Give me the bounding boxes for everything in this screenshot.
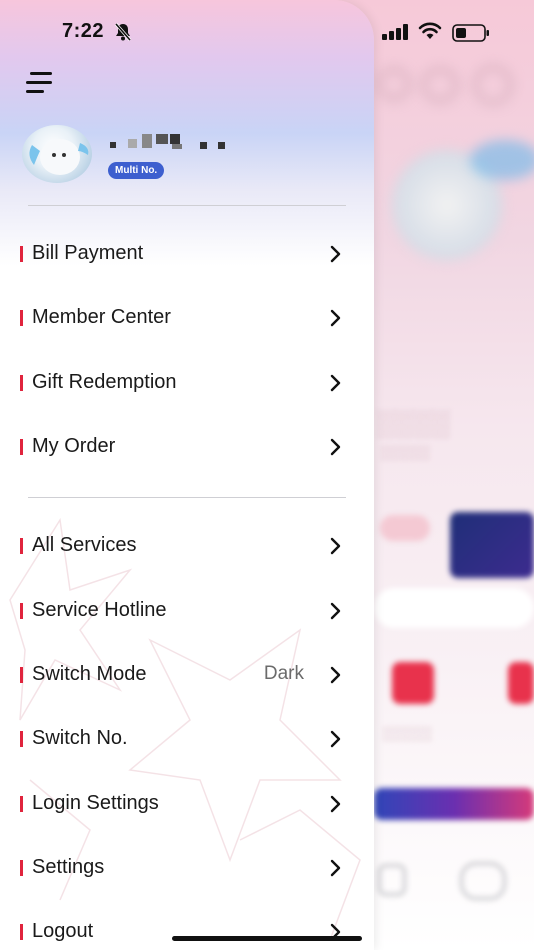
menu-item-label: Login Settings: [32, 792, 159, 814]
blurred-service-icon-2: [508, 662, 534, 704]
blurred-pill: [380, 515, 430, 541]
accent-bar: [20, 603, 23, 619]
menu-item-label: Switch No.: [32, 727, 128, 749]
header-icon-3: [474, 66, 512, 104]
chevron-right-icon: [330, 666, 341, 684]
chevron-right-icon: [330, 537, 341, 555]
blurred-promo-strip: [374, 788, 534, 820]
divider: [28, 205, 346, 206]
menu-item-my-order[interactable]: My Order: [0, 420, 374, 476]
menu-item-switch-no[interactable]: Switch No.: [0, 712, 374, 768]
menu-item-switch-mode[interactable]: Switch Mode Dark: [0, 648, 374, 704]
blurred-caption: ░░░░░: [380, 444, 430, 460]
accent-bar: [20, 375, 23, 391]
menu-item-login-settings[interactable]: Login Settings: [0, 777, 374, 833]
chevron-right-icon: [330, 374, 341, 392]
accent-bar: [20, 667, 23, 683]
header-icon-1: [378, 68, 410, 100]
menu-item-gift-redemption[interactable]: Gift Redemption: [0, 356, 374, 412]
side-drawer: Multi No. Bill Payment Member Center Gif…: [0, 0, 374, 950]
blurred-service-icon-1: [392, 662, 434, 704]
wifi-icon: [418, 22, 442, 39]
chevron-right-icon: [330, 309, 341, 327]
menu-item-member-center[interactable]: Member Center: [0, 291, 374, 347]
menu-item-logout[interactable]: Logout: [0, 905, 374, 950]
accent-bar: [20, 538, 23, 554]
menu-item-settings[interactable]: Settings: [0, 841, 374, 897]
cellular-signal-icon: [382, 24, 408, 40]
multi-number-badge: Multi No.: [108, 162, 165, 179]
chevron-right-icon: [330, 795, 341, 813]
header-icon-2: [422, 68, 458, 102]
status-bar: 7:22: [0, 0, 534, 64]
mascot-avatar-icon: [29, 139, 89, 175]
menu-item-label: All Services: [32, 534, 137, 556]
blurred-date: ░░░░: [376, 408, 450, 438]
accent-bar: [20, 924, 23, 940]
menu-item-label: Settings: [32, 856, 105, 878]
menu-item-label: Logout: [32, 920, 94, 942]
avatar[interactable]: [22, 125, 92, 183]
accent-bar: [20, 860, 23, 876]
switch-mode-value: Dark: [263, 663, 304, 684]
accent-bar: [20, 310, 23, 326]
divider: [28, 497, 346, 498]
status-time: 7:22: [62, 20, 105, 42]
accent-bar: [20, 246, 23, 262]
chevron-right-icon: [330, 245, 341, 263]
menu-item-label: Bill Payment: [32, 242, 144, 264]
masked-phone-number: [110, 134, 230, 152]
battery-icon: [452, 24, 489, 42]
blurred-tabbar-icon-2: [460, 862, 506, 900]
menu-item-label: Switch Mode: [32, 663, 147, 685]
accent-bar: [20, 731, 23, 747]
bell-off-icon: [114, 23, 132, 41]
blurred-tabbar-icon-1: [378, 864, 406, 896]
chevron-right-icon: [330, 730, 341, 748]
accent-bar: [20, 439, 23, 455]
menu-item-bill-payment[interactable]: Bill Payment: [0, 227, 374, 283]
menu-item-all-services[interactable]: All Services: [0, 519, 374, 575]
menu-item-service-hotline[interactable]: Service Hotline: [0, 584, 374, 640]
blurred-service-label: ░░░░░: [382, 725, 432, 741]
menu-collapse-button[interactable]: [24, 70, 54, 96]
accent-bar: [20, 796, 23, 812]
menu-item-label: Service Hotline: [32, 599, 167, 621]
blurred-banner-card: [450, 512, 534, 578]
menu-item-label: My Order: [32, 435, 116, 457]
chevron-right-icon: [330, 602, 341, 620]
menu-item-label: Member Center: [32, 306, 171, 328]
wing-graphic: [470, 140, 534, 180]
chevron-right-icon: [330, 859, 341, 877]
home-indicator[interactable]: [172, 936, 362, 941]
blurred-search-bar: [374, 588, 534, 628]
menu-item-label: Gift Redemption: [32, 371, 177, 393]
chevron-right-icon: [330, 438, 341, 456]
